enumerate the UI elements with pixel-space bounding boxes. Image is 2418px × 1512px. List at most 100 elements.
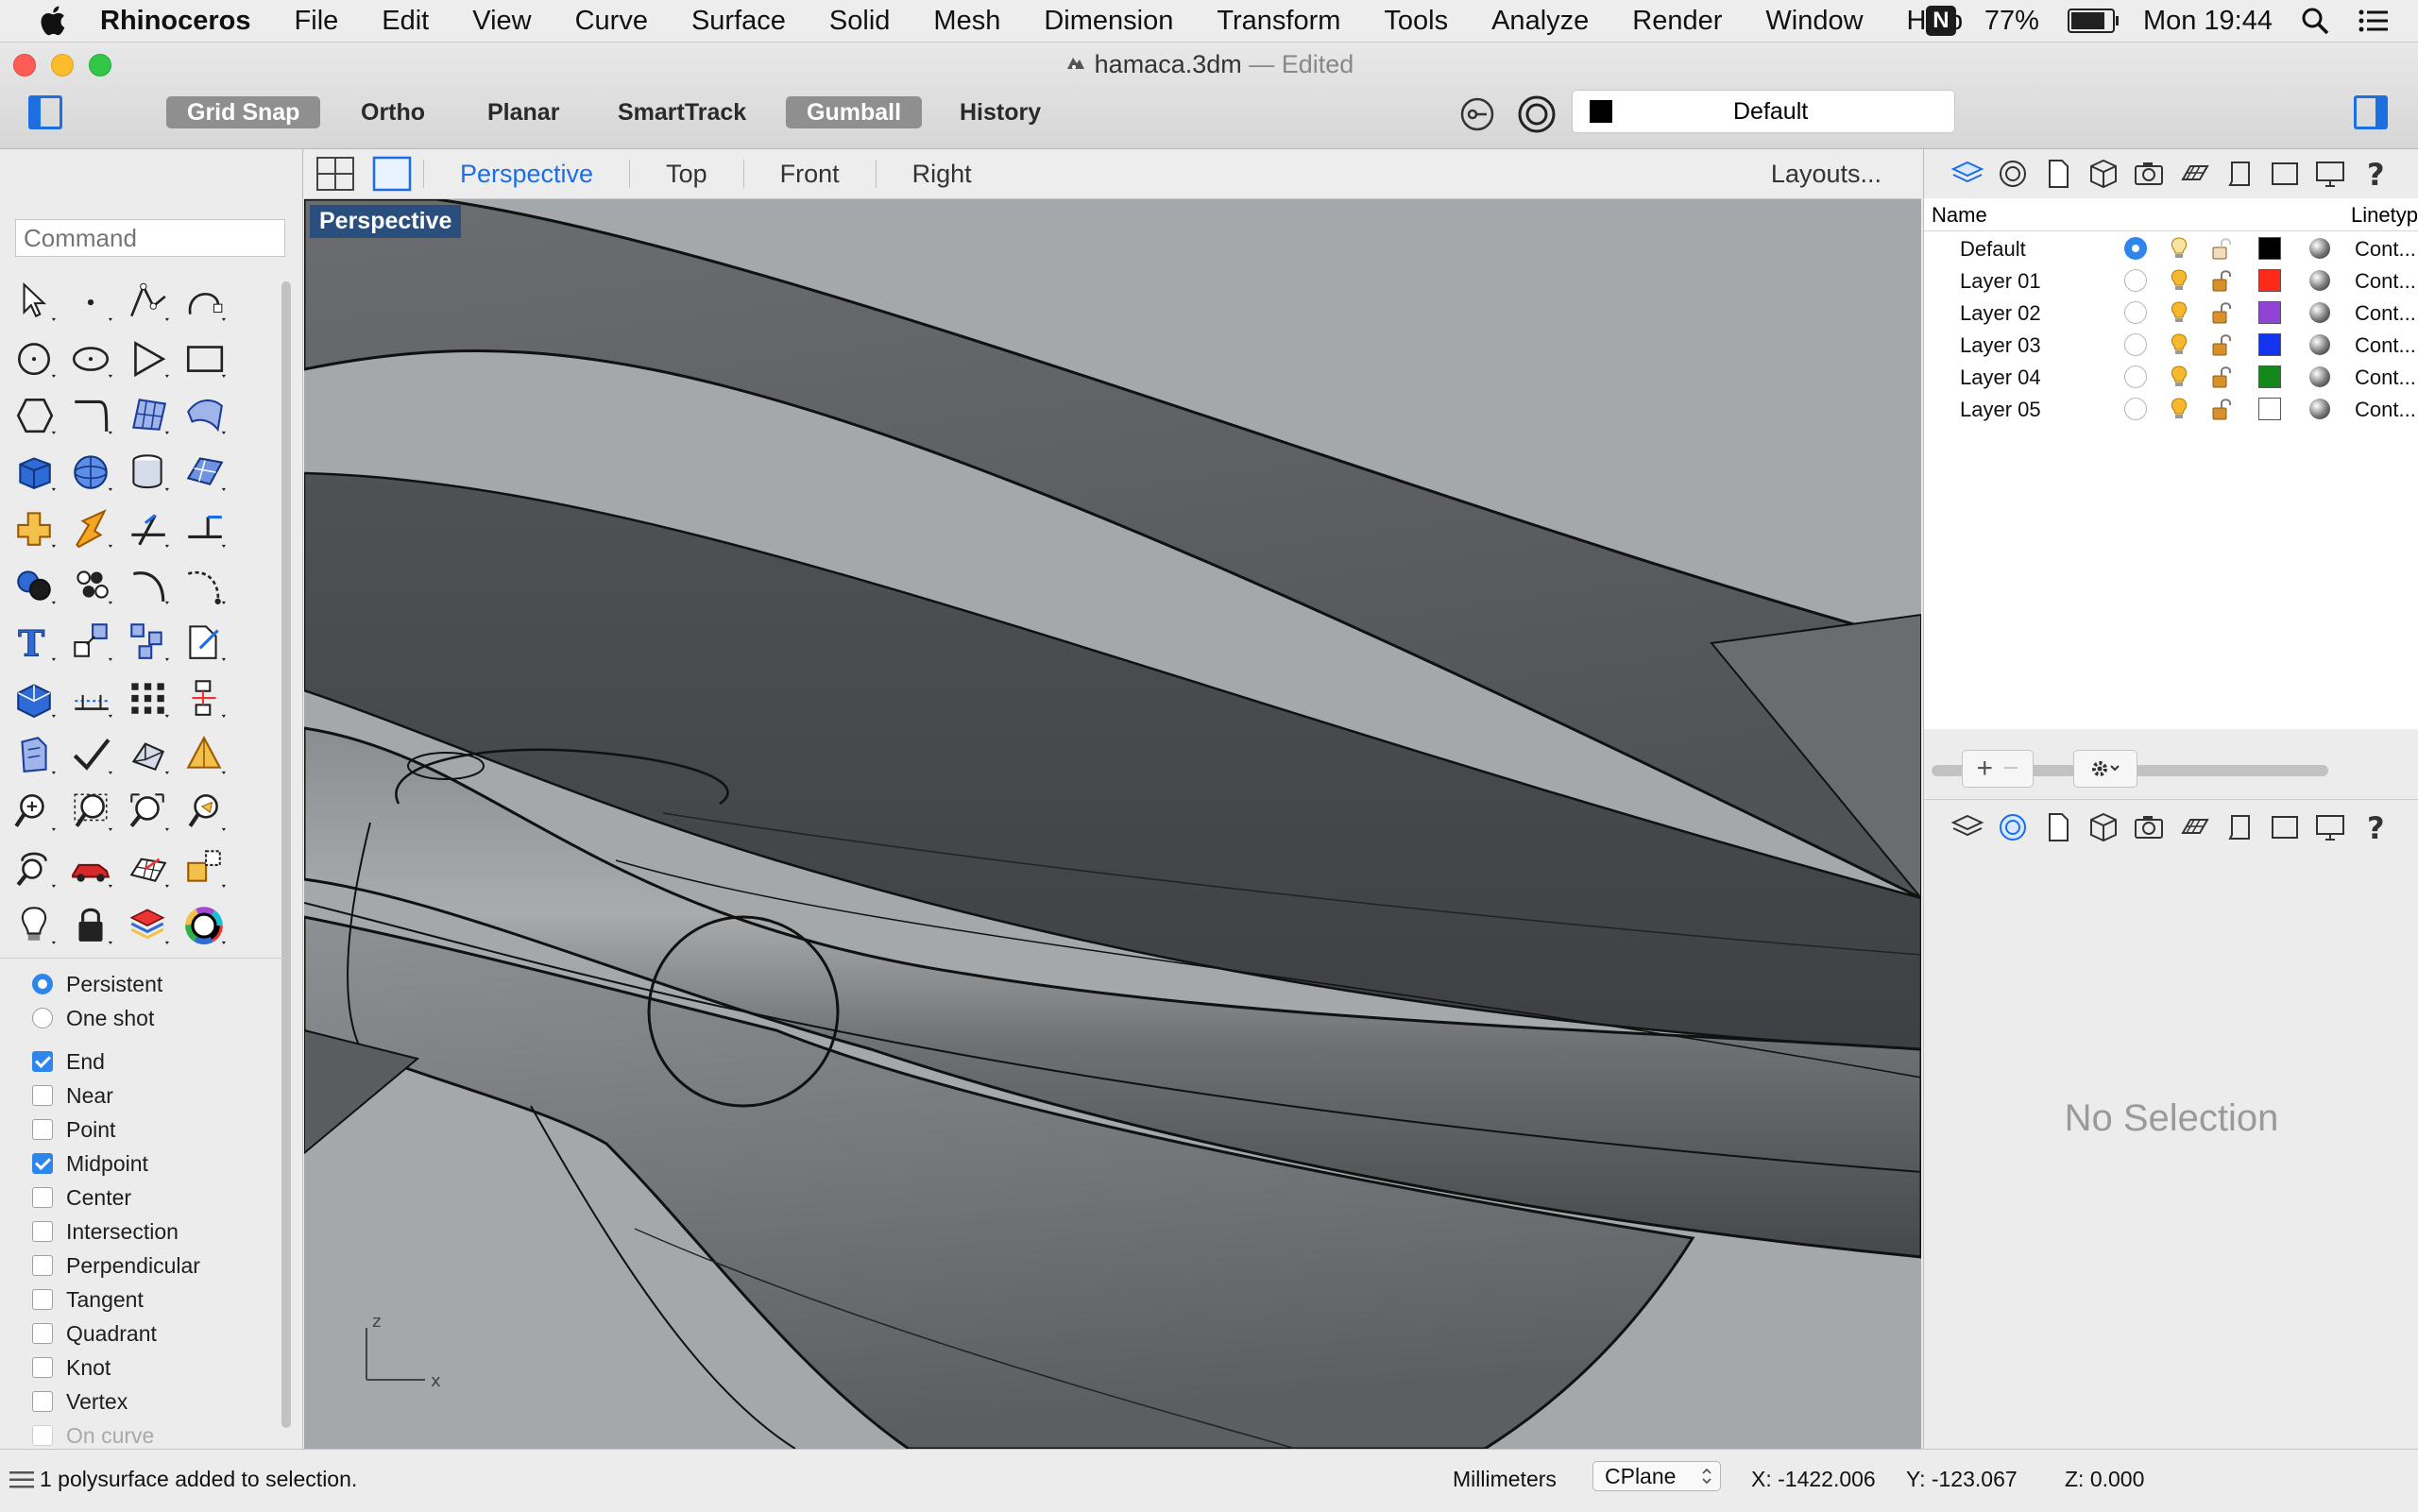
layer-linetype[interactable]: Cont... [2355, 301, 2416, 326]
gumball-toggle[interactable]: Gumball [786, 96, 923, 128]
edit-points-icon[interactable] [176, 612, 232, 669]
spotlight-search-icon[interactable] [2301, 7, 2329, 35]
column-name[interactable]: Name [1932, 203, 1987, 228]
viewport-label[interactable]: Perspective [310, 205, 462, 238]
circle-icon[interactable] [6, 329, 62, 385]
loft-surface-icon[interactable] [176, 385, 232, 442]
layer-row[interactable]: Layer 02 Cont... [1924, 296, 2418, 328]
layer-name[interactable]: Layer 05 [1960, 398, 2041, 422]
menu-analyze[interactable]: Analyze [1491, 6, 1589, 37]
point-icon[interactable] [62, 272, 119, 329]
layer-material-icon[interactable] [2309, 302, 2330, 323]
toggle-right-sidebar-button[interactable] [2354, 95, 2388, 129]
align-icon[interactable] [176, 669, 232, 725]
menu-curve[interactable]: Curve [575, 6, 648, 37]
unlock-icon[interactable] [2207, 299, 2234, 326]
four-viewports-icon[interactable] [315, 156, 355, 192]
perspective-viewport[interactable]: z x Perspective [304, 199, 1921, 1449]
light-bulb-icon[interactable] [2166, 396, 2192, 422]
notes-tab-icon[interactable] [2217, 807, 2262, 848]
osnap-point-checkbox[interactable]: Point [32, 1113, 200, 1147]
layer-linetype[interactable]: Cont... [2355, 269, 2416, 294]
display-tab-icon[interactable] [2262, 153, 2307, 195]
unlock-icon[interactable] [2207, 267, 2234, 294]
notification-badge-icon[interactable]: N [1925, 6, 1956, 36]
units-display[interactable]: Millimeters [1453, 1467, 1557, 1492]
osnap-near-checkbox[interactable]: Near [32, 1079, 200, 1113]
light-bulb-icon[interactable] [2166, 331, 2192, 358]
layer-color-swatch[interactable] [2258, 398, 2281, 420]
explode-icon[interactable] [6, 499, 62, 555]
display-tab-icon[interactable] [2262, 807, 2307, 848]
tab-right[interactable]: Right [877, 160, 1008, 188]
unlock-icon[interactable] [2207, 364, 2234, 390]
rotate-view-icon[interactable] [6, 839, 62, 895]
layer-material-icon[interactable] [2309, 399, 2330, 419]
drafting-icon[interactable] [6, 725, 62, 782]
text-icon[interactable]: T [6, 612, 62, 669]
cplane-icon[interactable] [119, 839, 176, 895]
sphere-icon[interactable] [62, 442, 119, 499]
notification-center-icon[interactable] [2358, 7, 2390, 35]
planar-toggle[interactable]: Planar [467, 96, 580, 128]
boolean-icon[interactable] [6, 555, 62, 612]
tab-perspective[interactable]: Perspective [423, 160, 631, 188]
osnap-intersection-checkbox[interactable]: Intersection [32, 1215, 200, 1249]
layer-linetype[interactable]: Cont... [2355, 398, 2416, 422]
materials-icon[interactable] [119, 895, 176, 952]
object-tab-icon[interactable] [2081, 807, 2126, 848]
layer-material-icon[interactable] [2309, 238, 2330, 259]
curve-tools-icon[interactable] [176, 555, 232, 612]
unlock-icon[interactable] [2207, 235, 2234, 262]
tool-palette-scrollbar[interactable] [281, 281, 291, 1014]
command-input[interactable] [15, 219, 285, 257]
menu-file[interactable]: File [295, 6, 339, 37]
zoom-extents-icon[interactable] [119, 782, 176, 839]
solid-edit-icon[interactable] [119, 725, 176, 782]
document-tab-icon[interactable] [2035, 153, 2081, 195]
tab-top[interactable]: Top [630, 160, 744, 188]
help-tab-icon[interactable]: ? [2353, 153, 2398, 195]
current-layer-radio[interactable] [2124, 365, 2147, 388]
cplane-selector[interactable]: CPlane [1592, 1461, 1721, 1491]
osnap-midpoint-checkbox[interactable]: Midpoint [32, 1147, 200, 1181]
properties-tab-icon[interactable] [1990, 153, 2035, 195]
layer-material-icon[interactable] [2309, 334, 2330, 355]
layer-name[interactable]: Default [1960, 237, 2026, 262]
array-icon[interactable] [119, 612, 176, 669]
zoom-selected-icon[interactable] [176, 782, 232, 839]
add-layer-button[interactable]: + − [1962, 750, 2034, 788]
lock-icon[interactable] [62, 895, 119, 952]
current-layer-radio[interactable] [2124, 301, 2147, 324]
help-tab-icon[interactable]: ? [2353, 807, 2398, 848]
command-history-icon[interactable] [9, 1470, 34, 1489]
layer-linetype[interactable]: Cont... [2355, 333, 2416, 358]
layer-color-swatch[interactable] [2258, 237, 2281, 260]
layer-color-swatch[interactable] [2258, 365, 2281, 388]
arc-icon[interactable] [119, 555, 176, 612]
notes-tab-icon[interactable] [2217, 153, 2262, 195]
box-solid-icon[interactable] [6, 442, 62, 499]
current-layer-dropdown[interactable]: Default [1572, 90, 1955, 133]
layer-name[interactable]: Layer 04 [1960, 365, 2041, 390]
menu-render[interactable]: Render [1632, 6, 1722, 37]
menu-window[interactable]: Window [1765, 6, 1863, 37]
curve-icon[interactable] [176, 272, 232, 329]
layer-name[interactable]: Layer 02 [1960, 301, 2041, 326]
zoom-window-icon[interactable] [62, 782, 119, 839]
zoom-in-icon[interactable] [6, 782, 62, 839]
apple-icon[interactable] [38, 5, 66, 37]
mesh-plane-icon[interactable] [176, 442, 232, 499]
osnap-scrollbar[interactable] [281, 971, 291, 1428]
osnap-knot-checkbox[interactable]: Knot [32, 1351, 200, 1385]
layer-row[interactable]: Layer 04 Cont... [1924, 360, 2418, 392]
current-layer-radio[interactable] [2124, 269, 2147, 292]
texture-tab-icon[interactable] [2171, 807, 2217, 848]
filter-osnap-icon[interactable] [1458, 95, 1496, 133]
layers-tab-icon[interactable] [1945, 807, 1990, 848]
polyline-icon[interactable] [119, 272, 176, 329]
tab-front[interactable]: Front [744, 160, 877, 188]
record-target-icon[interactable] [1517, 94, 1557, 134]
menu-app-name[interactable]: Rhinoceros [100, 6, 251, 37]
layer-linetype[interactable]: Cont... [2355, 237, 2416, 262]
